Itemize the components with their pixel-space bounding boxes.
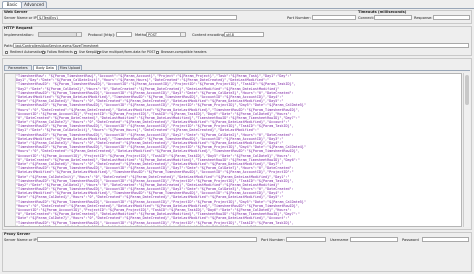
- tab-advanced[interactable]: Advanced: [21, 1, 47, 8]
- follow-redirects-checkbox[interactable]: [42, 51, 45, 54]
- server-name-input[interactable]: ${TestEnv}: [37, 15, 237, 20]
- connect-label: Connect:: [358, 16, 375, 20]
- proxy-server-label: Proxy Server: [4, 232, 31, 236]
- protocol-input[interactable]: [116, 32, 132, 37]
- use-multipart-checkbox[interactable]: [97, 51, 100, 54]
- proxy-server-name-input[interactable]: [37, 237, 257, 242]
- line-number-gutter: [5, 74, 16, 226]
- server-name-label: Server Name or IP:: [4, 16, 38, 20]
- proxy-port-input[interactable]: [286, 237, 326, 242]
- redirect-automatically-label: Redirect Automatically: [10, 50, 47, 54]
- body-data-editor[interactable]: "TimesheetRow": "${Param_TimesheetRow}",…: [4, 73, 462, 227]
- path-label: Path:: [4, 44, 14, 48]
- proxy-username-input[interactable]: [350, 237, 398, 242]
- timeouts-label: Timeouts (milliseconds): [358, 10, 407, 14]
- proxy-password-label: Password: [402, 238, 419, 242]
- chevron-down-icon: [180, 33, 185, 36]
- vertical-scrollbar[interactable]: [463, 73, 470, 227]
- use-multipart-label: Use multipart/form-data for POST: [102, 50, 156, 54]
- content-encoding-label: Content encoding:: [192, 33, 226, 37]
- implementation-select[interactable]: [38, 32, 82, 37]
- tab-divider: [0, 8, 474, 9]
- browser-compatible-headers-checkbox[interactable]: [156, 51, 159, 54]
- subtab-divider: [4, 70, 470, 71]
- body-data-line: ],"Instance":"${Instance}","isRealm":"${…: [16, 224, 257, 227]
- browser-compatible-headers-label: Browser-compatible headers: [161, 50, 207, 54]
- path-input[interactable]: /api/Controllers/AppService.asmx/SaveTim…: [13, 43, 469, 48]
- follow-redirects-label: Follow Redirects: [47, 50, 73, 54]
- method-value: POST: [148, 33, 157, 37]
- proxy-port-label: Port Number:: [261, 238, 285, 242]
- redirect-automatically-checkbox[interactable]: [5, 51, 8, 54]
- proxy-username-label: Username: [330, 238, 349, 242]
- content-encoding-input[interactable]: utf-8: [224, 32, 264, 37]
- port-number-label: Port Number:: [287, 16, 311, 20]
- port-number-input[interactable]: [312, 15, 356, 20]
- tab-basic[interactable]: Basic: [2, 1, 22, 8]
- use-keepalive-checkbox[interactable]: [74, 51, 77, 54]
- http-request-label: HTTP Request: [4, 26, 33, 30]
- proxy-password-input[interactable]: [422, 237, 469, 242]
- scrollbar-thumb[interactable]: [465, 75, 469, 105]
- implementation-label: Implementation:: [4, 33, 34, 37]
- response-label: Response:: [414, 16, 433, 20]
- body-data-text: "TimesheetRow": "${Param_TimesheetRow}",…: [16, 74, 461, 227]
- web-server-label: Web Server: [4, 10, 28, 14]
- protocol-label: Protocol [http]:: [88, 33, 116, 37]
- connect-timeout-input[interactable]: [374, 15, 412, 20]
- method-select[interactable]: POST: [146, 32, 186, 37]
- proxy-server-name-label: Server Name or IP:: [4, 238, 38, 242]
- response-timeout-input[interactable]: [433, 15, 470, 20]
- chevron-down-icon: [76, 33, 81, 36]
